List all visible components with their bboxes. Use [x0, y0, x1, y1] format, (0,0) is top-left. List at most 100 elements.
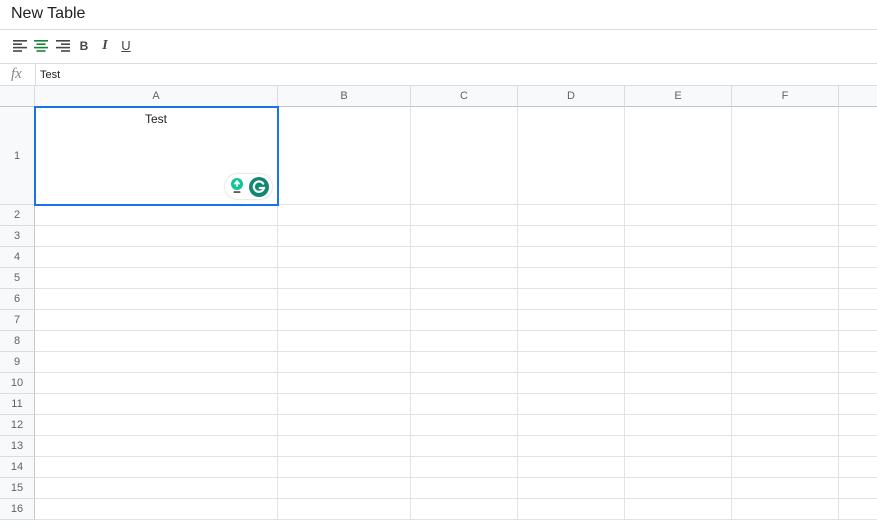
row-header-16[interactable]: 16	[0, 499, 35, 520]
grammarly-suggestion-button[interactable]	[228, 178, 246, 196]
cell-e7[interactable]	[625, 310, 732, 331]
cell-x5[interactable]	[839, 268, 877, 289]
cell-b10[interactable]	[278, 373, 411, 394]
cell-c10[interactable]	[411, 373, 518, 394]
cell-x15[interactable]	[839, 478, 877, 499]
cell-b13[interactable]	[278, 436, 411, 457]
cell-e16[interactable]	[625, 499, 732, 520]
cell-x6[interactable]	[839, 289, 877, 310]
cell-a7[interactable]	[35, 310, 278, 331]
cell-d10[interactable]	[518, 373, 625, 394]
cell-f12[interactable]	[732, 415, 839, 436]
cell-f14[interactable]	[732, 457, 839, 478]
cell-e15[interactable]	[625, 478, 732, 499]
cell-a2[interactable]	[35, 205, 278, 226]
cell-a9[interactable]	[35, 352, 278, 373]
cell-f16[interactable]	[732, 499, 839, 520]
cell-c7[interactable]	[411, 310, 518, 331]
row-header-14[interactable]: 14	[0, 457, 35, 478]
cell-b16[interactable]	[278, 499, 411, 520]
cell-x7[interactable]	[839, 310, 877, 331]
cell-f2[interactable]	[732, 205, 839, 226]
cell-d7[interactable]	[518, 310, 625, 331]
cell-c13[interactable]	[411, 436, 518, 457]
cell-x12[interactable]	[839, 415, 877, 436]
cell-b12[interactable]	[278, 415, 411, 436]
cell-c11[interactable]	[411, 394, 518, 415]
row-header-5[interactable]: 5	[0, 268, 35, 289]
column-header-a[interactable]: A	[35, 86, 278, 107]
cell-f9[interactable]	[732, 352, 839, 373]
cell-d11[interactable]	[518, 394, 625, 415]
cell-f15[interactable]	[732, 478, 839, 499]
cell-x10[interactable]	[839, 373, 877, 394]
cell-c3[interactable]	[411, 226, 518, 247]
cell-a6[interactable]	[35, 289, 278, 310]
cell-a8[interactable]	[35, 331, 278, 352]
select-all-corner[interactable]	[0, 86, 35, 107]
row-header-7[interactable]: 7	[0, 310, 35, 331]
cell-b11[interactable]	[278, 394, 411, 415]
cell-d3[interactable]	[518, 226, 625, 247]
cell-e3[interactable]	[625, 226, 732, 247]
column-header-c[interactable]: C	[411, 86, 518, 107]
row-header-9[interactable]: 9	[0, 352, 35, 373]
cell-e5[interactable]	[625, 268, 732, 289]
cell-x14[interactable]	[839, 457, 877, 478]
cell-e8[interactable]	[625, 331, 732, 352]
grammarly-logo-button[interactable]	[249, 176, 269, 197]
cell-c6[interactable]	[411, 289, 518, 310]
cell-e6[interactable]	[625, 289, 732, 310]
underline-button[interactable]: U	[118, 38, 134, 54]
cell-b14[interactable]	[278, 457, 411, 478]
cell-b4[interactable]	[278, 247, 411, 268]
cell-x13[interactable]	[839, 436, 877, 457]
row-header-8[interactable]: 8	[0, 331, 35, 352]
cell-b15[interactable]	[278, 478, 411, 499]
cell-d15[interactable]	[518, 478, 625, 499]
cell-x16[interactable]	[839, 499, 877, 520]
table-title[interactable]: New Table	[11, 5, 85, 23]
cell-a5[interactable]	[35, 268, 278, 289]
row-header-2[interactable]: 2	[0, 205, 35, 226]
cell-e14[interactable]	[625, 457, 732, 478]
cell-a11[interactable]	[35, 394, 278, 415]
cell-e4[interactable]	[625, 247, 732, 268]
cell-x9[interactable]	[839, 352, 877, 373]
cell-d4[interactable]	[518, 247, 625, 268]
cell-x4[interactable]	[839, 247, 877, 268]
cell-c4[interactable]	[411, 247, 518, 268]
cell-a4[interactable]	[35, 247, 278, 268]
row-header-6[interactable]: 6	[0, 289, 35, 310]
align-center-button[interactable]	[33, 38, 49, 54]
cell-c8[interactable]	[411, 331, 518, 352]
cell-c15[interactable]	[411, 478, 518, 499]
cell-e10[interactable]	[625, 373, 732, 394]
cell-f1[interactable]	[732, 107, 839, 205]
row-header-10[interactable]: 10	[0, 373, 35, 394]
align-left-button[interactable]	[12, 38, 28, 54]
row-header-11[interactable]: 11	[0, 394, 35, 415]
column-header-b[interactable]: B	[278, 86, 411, 107]
row-header-4[interactable]: 4	[0, 247, 35, 268]
cell-d16[interactable]	[518, 499, 625, 520]
cell-b6[interactable]	[278, 289, 411, 310]
cell-f5[interactable]	[732, 268, 839, 289]
cell-f3[interactable]	[732, 226, 839, 247]
column-header-d[interactable]: D	[518, 86, 625, 107]
cell-d8[interactable]	[518, 331, 625, 352]
cell-d9[interactable]	[518, 352, 625, 373]
cell-d2[interactable]	[518, 205, 625, 226]
cell-a3[interactable]	[35, 226, 278, 247]
cell-e9[interactable]	[625, 352, 732, 373]
cell-f7[interactable]	[732, 310, 839, 331]
cell-b8[interactable]	[278, 331, 411, 352]
cell-x3[interactable]	[839, 226, 877, 247]
cell-d13[interactable]	[518, 436, 625, 457]
cell-c12[interactable]	[411, 415, 518, 436]
row-header-13[interactable]: 13	[0, 436, 35, 457]
cell-d14[interactable]	[518, 457, 625, 478]
cell-x11[interactable]	[839, 394, 877, 415]
cell-e13[interactable]	[625, 436, 732, 457]
cell-f6[interactable]	[732, 289, 839, 310]
